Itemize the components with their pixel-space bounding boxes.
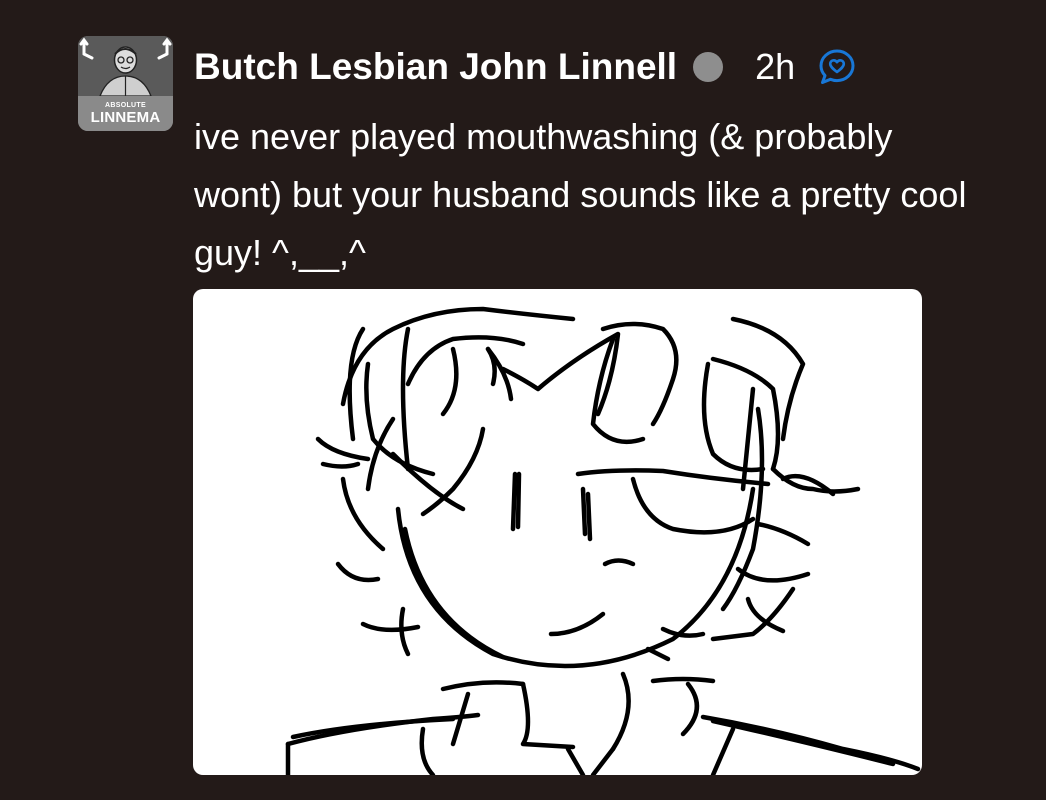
post-body: ive never played mouthwashing (& probabl… <box>194 116 967 273</box>
status-dot <box>693 52 724 82</box>
post-header: Butch Lesbian John Linnell 2h <box>194 44 857 90</box>
timestamp: 2h <box>755 46 796 87</box>
heart-speech-bubble-icon[interactable] <box>817 47 857 87</box>
post: ABSOLUTE LINNEMA Butch Lesbian John Linn… <box>0 0 1046 800</box>
author-name[interactable]: Butch Lesbian John Linnell <box>194 46 677 88</box>
character-sketch-image <box>285 306 921 775</box>
avatar[interactable]: ABSOLUTE LINNEMA <box>78 36 173 131</box>
avatar-small-text: ABSOLUTE <box>105 102 146 109</box>
drawing-attachment[interactable] <box>193 289 922 775</box>
avatar-big-text: LINNEMA <box>90 109 161 126</box>
